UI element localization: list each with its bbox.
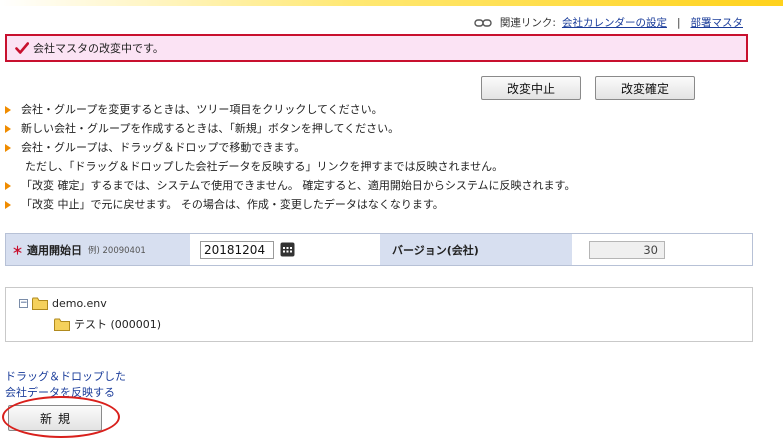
version-label: バージョン(会社): [392, 243, 479, 257]
start-date-example: 例) 20090401: [88, 245, 146, 256]
department-master-link[interactable]: 部署マスタ: [691, 15, 744, 30]
related-links: 関連リンク: 会社カレンダーの設定 | 部署マスタ: [474, 15, 743, 30]
required-mark: ＊: [12, 243, 23, 257]
calendar-icon[interactable]: [280, 242, 295, 257]
apply-drag-drop-link[interactable]: ドラッグ＆ドロップした 会社データを反映する: [5, 369, 135, 401]
version-field: 30: [589, 240, 665, 259]
version-cell: 30: [572, 234, 752, 265]
tree-node-root[interactable]: − demo.env: [19, 297, 107, 310]
start-date-label: 適用開始日: [27, 243, 82, 257]
link-chain-icon: [474, 18, 492, 27]
start-date-input[interactable]: [200, 240, 274, 259]
instruction-item: 会社・グループは、ドラッグ＆ドロップで移動できます。: [5, 138, 575, 157]
apply-drag-drop-link-line2[interactable]: 会社データを反映する: [5, 385, 135, 401]
start-date-cell: [190, 234, 380, 265]
instruction-note: ただし、「ドラッグ＆ドロップした会社データを反映する」リンクを押すまでは反映され…: [25, 160, 504, 173]
instruction-item: 会社・グループを変更するときは、ツリー項目をクリックしてください。: [5, 100, 575, 119]
collapse-toggle-icon[interactable]: −: [19, 299, 28, 308]
link-separator: |: [676, 16, 681, 29]
tree-node-child[interactable]: テスト (000001): [54, 316, 161, 332]
check-icon: [15, 42, 29, 54]
instruction-item: 新しい会社・グループを作成するときは、「新規」ボタンを押してください。: [5, 119, 575, 138]
bullet-icon: [5, 201, 11, 209]
related-links-label: 関連リンク:: [499, 17, 556, 29]
folder-icon: [54, 318, 70, 331]
company-calendar-link[interactable]: 会社カレンダーの設定: [562, 15, 667, 30]
bullet-icon: [5, 106, 11, 114]
apply-drag-drop-link-line1[interactable]: ドラッグ＆ドロップした: [5, 369, 135, 385]
instruction-item: 「改変 確定」するまでは、システムで使用できません。 確定すると、適用開始日から…: [5, 176, 575, 195]
status-message-text: 会社マスタの改変中です。: [33, 42, 164, 55]
settings-form-row: ＊ 適用開始日 例) 20090401 バージョン(会社) 30: [5, 233, 753, 266]
bullet-icon: [5, 144, 11, 152]
instruction-list: 会社・グループを変更するときは、ツリー項目をクリックしてください。 新しい会社・…: [5, 100, 575, 214]
confirm-changes-button[interactable]: 改変確定: [595, 76, 695, 100]
tree-root-label[interactable]: demo.env: [52, 297, 107, 310]
version-label-cell: バージョン(会社): [380, 234, 572, 265]
status-message: 会社マスタの改変中です。: [5, 34, 748, 62]
tree-child-label[interactable]: テスト (000001): [74, 316, 161, 332]
start-date-label-cell: ＊ 適用開始日 例) 20090401: [6, 234, 190, 265]
cancel-changes-button[interactable]: 改変中止: [481, 76, 581, 100]
bullet-icon: [5, 182, 11, 190]
company-tree: − demo.env テスト (000001): [5, 287, 753, 342]
bullet-icon: [5, 125, 11, 133]
instruction-item: 「改変 中止」で元に戻せます。 その場合は、作成・変更したデータはなくなります。: [5, 195, 575, 214]
new-button[interactable]: 新規: [8, 405, 102, 431]
folder-icon: [32, 297, 48, 310]
top-accent-bar: [0, 0, 783, 6]
